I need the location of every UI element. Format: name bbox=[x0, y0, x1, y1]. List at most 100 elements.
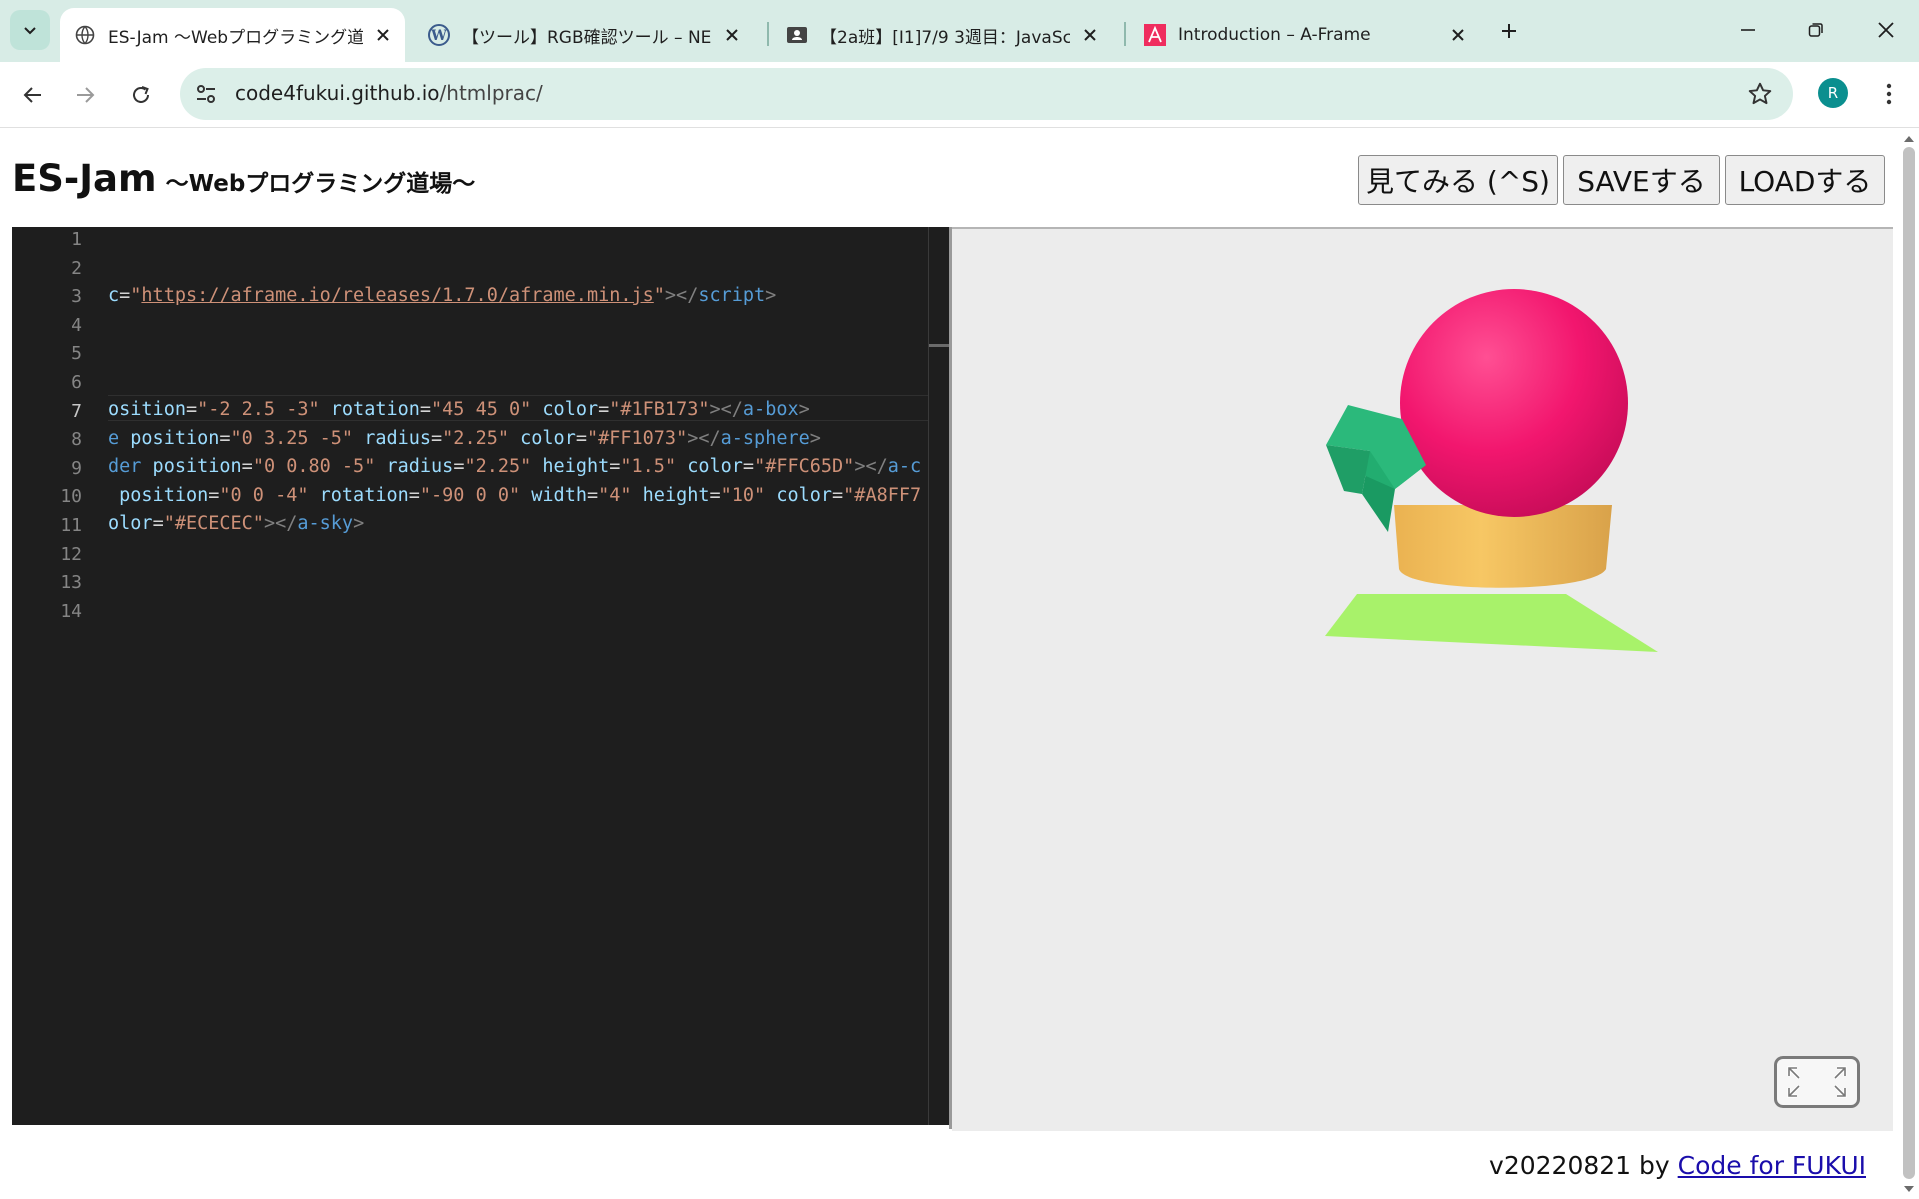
close-tab-icon[interactable] bbox=[1076, 21, 1104, 49]
code-token: "45 45 0" bbox=[431, 399, 532, 420]
code-token: > bbox=[809, 428, 821, 449]
line-number: 4 bbox=[71, 314, 82, 336]
scrollbar-marker bbox=[929, 344, 949, 347]
code-token: a-sky bbox=[297, 513, 354, 534]
line-number: 9 bbox=[71, 457, 82, 479]
scene-sphere bbox=[1400, 289, 1628, 517]
restore-button[interactable] bbox=[1796, 12, 1836, 48]
code-token: = bbox=[609, 456, 621, 477]
code-token: "1.5" bbox=[620, 456, 677, 477]
tab-title: Introduction – A-Frame bbox=[1178, 25, 1371, 45]
line-number-gutter: 1 2 3 4 5 6 7 8 9 10 11 12 13 14 bbox=[12, 227, 82, 1125]
minimize-button[interactable] bbox=[1728, 12, 1768, 48]
preview-pane[interactable] bbox=[952, 227, 1893, 1131]
footer-version: v20220821 by bbox=[1489, 1151, 1678, 1180]
page-subtitle: 〜Webプログラミング道場〜 bbox=[165, 171, 476, 197]
scene-plane bbox=[1325, 594, 1658, 652]
profile-avatar[interactable]: R bbox=[1818, 78, 1848, 108]
tab-aframe[interactable]: Introduction – A-Frame bbox=[1130, 8, 1480, 62]
tab-search-button[interactable] bbox=[10, 10, 50, 50]
code-line-8: e position="0 3.25 -5" radius="2.25" col… bbox=[108, 428, 821, 449]
page-title-main: ES-Jam bbox=[12, 157, 157, 200]
line-number: 1 bbox=[71, 229, 82, 250]
line-number: 5 bbox=[71, 343, 82, 365]
code-token: width bbox=[520, 485, 587, 506]
code-token: = bbox=[575, 428, 587, 449]
tab-separator bbox=[767, 22, 769, 46]
view-button[interactable]: 見てみる (^S) bbox=[1358, 155, 1558, 205]
line-number: 3 bbox=[71, 286, 82, 308]
scroll-up-icon[interactable] bbox=[1899, 131, 1919, 147]
code-token: "#A8FF7 bbox=[843, 485, 922, 506]
code-token: "#FF1073" bbox=[586, 428, 688, 449]
line-number: 13 bbox=[60, 572, 82, 594]
browser-toolbar: code4fukui.github.io/htmlprac/ R bbox=[0, 62, 1919, 128]
code-token: "0 0 -4" bbox=[219, 485, 309, 506]
code-token: rotation bbox=[308, 485, 409, 506]
code-token: = bbox=[208, 485, 220, 506]
page-content: ES-Jam 〜Webプログラミング道場〜 見てみる (^S) SAVEする L… bbox=[0, 129, 1899, 1199]
new-tab-button[interactable] bbox=[1494, 16, 1524, 46]
code-token: ></ bbox=[854, 456, 888, 477]
code-token: = bbox=[419, 399, 432, 420]
close-tab-icon[interactable] bbox=[718, 21, 746, 49]
bookmark-star-icon[interactable] bbox=[1747, 81, 1773, 107]
forward-button[interactable] bbox=[66, 76, 104, 114]
code-token: a-c bbox=[887, 456, 922, 477]
code-token: = bbox=[119, 285, 131, 306]
save-button[interactable]: SAVEする bbox=[1563, 155, 1720, 205]
code-token: " bbox=[653, 285, 665, 306]
code-token: "-90 0 0" bbox=[419, 485, 521, 506]
aframe-scene[interactable] bbox=[952, 229, 1893, 1131]
code-token: position bbox=[119, 428, 220, 449]
page-scrollbar[interactable] bbox=[1899, 129, 1919, 1199]
code-token: ></ bbox=[263, 513, 298, 534]
address-bar[interactable]: code4fukui.github.io/htmlprac/ bbox=[180, 68, 1793, 120]
line-number: 14 bbox=[60, 600, 82, 622]
close-tab-icon[interactable] bbox=[369, 21, 397, 49]
fullscreen-vr-button[interactable] bbox=[1774, 1056, 1860, 1108]
classroom-icon bbox=[786, 24, 808, 46]
code-token: e bbox=[108, 428, 120, 449]
code-token: = bbox=[598, 399, 610, 420]
site-settings-icon[interactable] bbox=[194, 82, 218, 106]
browser-menu-button[interactable] bbox=[1874, 76, 1904, 112]
close-window-button[interactable] bbox=[1866, 12, 1906, 48]
tab-rgb-tool[interactable]: W 【ツール】RGB確認ツール – NEMOTO bbox=[414, 8, 754, 62]
url-text[interactable]: code4fukui.github.io/htmlprac/ bbox=[235, 81, 543, 105]
code-token: a-box bbox=[742, 399, 799, 420]
restore-icon bbox=[1808, 23, 1823, 37]
scroll-down-icon[interactable] bbox=[1899, 1181, 1919, 1197]
code-token: = bbox=[408, 485, 420, 506]
code-token: "2.25" bbox=[464, 456, 532, 477]
code-token: = bbox=[832, 485, 844, 506]
more-vertical-icon bbox=[1886, 83, 1892, 105]
close-tab-icon[interactable] bbox=[1444, 21, 1472, 49]
code-token: color bbox=[509, 428, 576, 449]
back-button[interactable] bbox=[14, 76, 52, 114]
code-token: "0 3.25 -5" bbox=[230, 428, 354, 449]
code-for-fukui-link[interactable]: Code for FUKUI bbox=[1678, 1151, 1866, 1180]
svg-text:W: W bbox=[430, 28, 447, 44]
fullscreen-icon bbox=[1787, 1066, 1847, 1098]
page-title: ES-Jam 〜Webプログラミング道場〜 bbox=[12, 157, 475, 200]
tab-es-jam[interactable]: ES-Jam 〜Webプログラミング道場〜 bbox=[60, 8, 405, 62]
code-token: position bbox=[108, 485, 209, 506]
scene-cylinder bbox=[1394, 505, 1612, 588]
code-token: der bbox=[108, 456, 142, 477]
code-area[interactable]: c="https://aframe.io/releases/1.7.0/afra… bbox=[108, 227, 938, 1125]
scrollbar-thumb[interactable] bbox=[1903, 147, 1915, 1179]
tab-classroom[interactable]: 【2a班】[I1]7/9 3週目：JavaScript bbox=[772, 8, 1112, 62]
tab-title: 【2a班】[I1]7/9 3週目：JavaScript bbox=[820, 27, 1070, 48]
code-token: = bbox=[241, 456, 253, 477]
footer: v20220821 by Code for FUKUI bbox=[1489, 1151, 1866, 1180]
code-token: radius bbox=[353, 428, 432, 449]
reload-button[interactable] bbox=[122, 76, 160, 114]
editor-scrollbar[interactable] bbox=[928, 227, 949, 1125]
code-editor[interactable]: 1 2 3 4 5 6 7 8 9 10 11 12 13 14 c="https://aframe.io… bbox=[12, 227, 949, 1125]
load-button[interactable]: LOADする bbox=[1725, 155, 1885, 205]
code-url-link[interactable]: https://aframe.io/releases/1.7.0/aframe.… bbox=[141, 285, 653, 306]
code-token: "4" bbox=[598, 485, 632, 506]
line-number: 8 bbox=[71, 429, 82, 451]
arrow-right-icon bbox=[77, 87, 95, 103]
